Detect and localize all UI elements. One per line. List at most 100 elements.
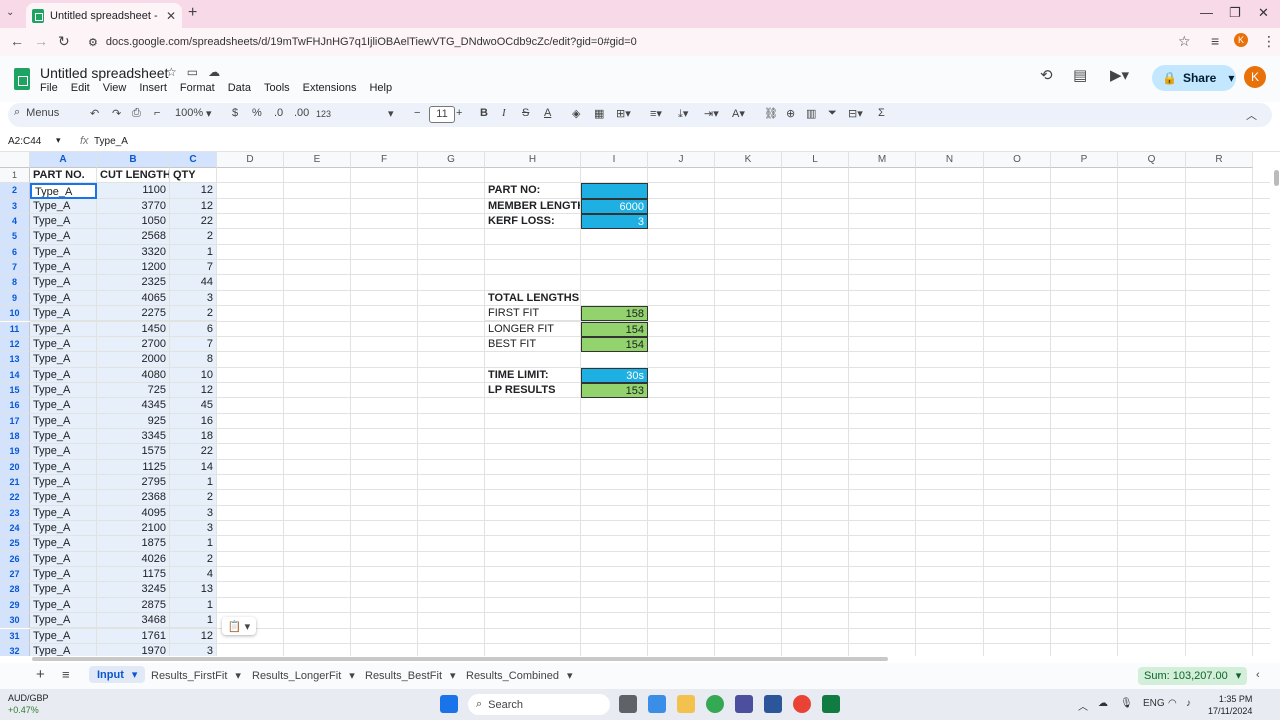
table-cell[interactable]: Type_A (30, 490, 97, 506)
sheets-logo-icon[interactable] (14, 68, 30, 90)
table-cell[interactable]: Type_A (30, 567, 97, 583)
media-icon[interactable]: ≡ (1211, 33, 1219, 49)
decrease-decimal-button[interactable]: .0 (274, 107, 283, 119)
bold-icon[interactable]: B (480, 107, 488, 119)
table-cell[interactable]: Type_A (30, 229, 97, 245)
language-indicator[interactable]: ENG (1143, 698, 1165, 709)
filter-icon[interactable]: ⏷ (828, 107, 837, 120)
table-cell[interactable]: Type_A (30, 275, 97, 291)
kerf-loss-value[interactable]: 3 (581, 214, 648, 230)
collapse-toolbar-icon[interactable]: ︿ (1246, 107, 1257, 123)
member-length-label[interactable]: MEMBER LENGTH: (485, 198, 581, 215)
table-cell[interactable]: 4 (170, 567, 217, 583)
name-box[interactable]: A2:C44 (8, 136, 41, 147)
table-cell[interactable]: Type_A (30, 260, 97, 276)
first-fit-label[interactable]: FIRST FIT (485, 306, 581, 322)
table-cell[interactable]: 2000 (97, 352, 170, 368)
font-dropdown-icon[interactable]: ▾ (388, 107, 394, 120)
print-icon[interactable]: ⎙ (132, 107, 141, 120)
decrease-font-size-icon[interactable]: − (414, 107, 420, 119)
address-bar[interactable]: ⚙ docs.google.com/spreadsheets/d/19mTwFH… (78, 31, 1198, 53)
app-icon[interactable] (735, 695, 753, 713)
table-cell[interactable]: Type_A (30, 382, 97, 399)
file-explorer-icon[interactable] (677, 695, 695, 713)
column-header-d[interactable]: D (217, 152, 284, 168)
table-cell[interactable]: 1575 (97, 444, 170, 460)
table-cell[interactable]: 3770 (97, 198, 170, 215)
menu-tools[interactable]: Tools (264, 82, 290, 94)
zoom-select[interactable]: 100% (175, 107, 203, 119)
fill-color-icon[interactable]: ◈ (572, 107, 580, 120)
table-cell[interactable]: 3468 (97, 613, 170, 629)
table-cell[interactable]: 22 (170, 214, 217, 230)
table-cell[interactable]: 22 (170, 444, 217, 460)
table-cell[interactable]: Type_A (30, 597, 97, 614)
browser-menu-icon[interactable]: ⋮ (1262, 33, 1276, 50)
browser-tab[interactable]: Untitled spreadsheet - Google ✕ (26, 3, 182, 28)
menu-file[interactable]: File (40, 82, 58, 94)
row-header-12[interactable]: 12 (0, 336, 30, 353)
cloud-status-icon[interactable]: ☁ (208, 65, 220, 79)
increase-font-size-icon[interactable]: + (456, 107, 462, 119)
header-cell[interactable]: QTY (170, 168, 217, 184)
table-cell[interactable]: Type_A (30, 336, 97, 353)
table-cell[interactable]: Type_A (30, 306, 97, 322)
table-cell[interactable]: Type_A (30, 551, 97, 568)
row-header-9[interactable]: 9 (0, 290, 30, 307)
table-cell[interactable]: 2325 (97, 275, 170, 291)
site-info-icon[interactable]: ⚙ (88, 36, 98, 49)
table-cell[interactable]: Type_A (30, 398, 97, 414)
all-sheets-icon[interactable]: ≡ (62, 667, 70, 682)
chevron-down-icon[interactable]: ▾ (349, 669, 355, 682)
table-cell[interactable]: 13 (170, 582, 217, 598)
spreadsheet-grid[interactable]: A B C D E F G H I J K L M N O P Q R 1 2 3 4 5 6 7 8 9 10 11 12 13 14 15 1… (0, 152, 1270, 656)
table-cell[interactable]: 1 (170, 536, 217, 552)
table-cell[interactable]: 2 (170, 551, 217, 568)
menu-view[interactable]: View (103, 82, 127, 94)
table-cell[interactable]: 3 (170, 505, 217, 522)
vertical-scrollbar[interactable] (1272, 168, 1280, 656)
menus-search-button[interactable]: ⌕ Menus (14, 106, 59, 119)
row-header-24[interactable]: 24 (0, 521, 30, 537)
kerf-loss-label[interactable]: KERF LOSS: (485, 214, 581, 230)
table-cell[interactable]: Type_A (30, 321, 97, 337)
filter-views-icon[interactable]: ⊟▾ (848, 107, 863, 120)
table-cell[interactable]: 2795 (97, 475, 170, 491)
new-tab-icon[interactable]: + (188, 4, 197, 22)
table-cell[interactable]: 3345 (97, 428, 170, 445)
row-header-22[interactable]: 22 (0, 490, 30, 506)
table-cell[interactable]: Type_A (30, 613, 97, 629)
sum-summary[interactable]: Sum: 103,207.00 ▾ (1138, 667, 1248, 685)
onedrive-icon[interactable]: ☁ (1098, 698, 1108, 709)
table-cell[interactable]: 3245 (97, 582, 170, 598)
strikethrough-icon[interactable]: S (522, 107, 529, 119)
row-header-2[interactable]: 2 (0, 183, 30, 199)
sheet-tab-results-longerfit[interactable]: Results_LongerFit ▾ (252, 669, 355, 683)
row-header-4[interactable]: 4 (0, 214, 30, 230)
column-header-i[interactable]: I (581, 152, 648, 168)
table-cell[interactable]: Type_A (30, 582, 97, 598)
bookmark-star-icon[interactable]: ☆ (1178, 33, 1191, 50)
table-cell[interactable]: 16 (170, 413, 217, 429)
column-header-p[interactable]: P (1051, 152, 1118, 168)
row-header-3[interactable]: 3 (0, 198, 30, 215)
name-box-dropdown-icon[interactable]: ▾ (56, 135, 61, 146)
table-cell[interactable]: 3 (170, 290, 217, 307)
text-wrap-icon[interactable]: ⇥▾ (704, 107, 719, 120)
restore-icon[interactable]: ❐ (1229, 5, 1241, 21)
table-cell[interactable]: 12 (170, 198, 217, 215)
row-header-18[interactable]: 18 (0, 428, 30, 445)
table-cell[interactable]: 2875 (97, 597, 170, 614)
table-cell[interactable]: 44 (170, 275, 217, 291)
column-header-c[interactable]: C (170, 152, 217, 168)
wifi-icon[interactable]: ◠ (1168, 698, 1177, 709)
back-icon[interactable]: ← (10, 33, 24, 49)
column-header-f[interactable]: F (351, 152, 418, 168)
table-cell[interactable]: Type_A (30, 214, 97, 230)
row-header-13[interactable]: 13 (0, 352, 30, 368)
column-header-a[interactable]: A (30, 152, 97, 168)
table-cell[interactable]: 12 (170, 382, 217, 399)
taskbar-search[interactable]: ⌕ Search (468, 694, 610, 715)
paste-options-button[interactable]: 📋 ▾ (222, 617, 256, 635)
column-header-m[interactable]: M (849, 152, 916, 168)
